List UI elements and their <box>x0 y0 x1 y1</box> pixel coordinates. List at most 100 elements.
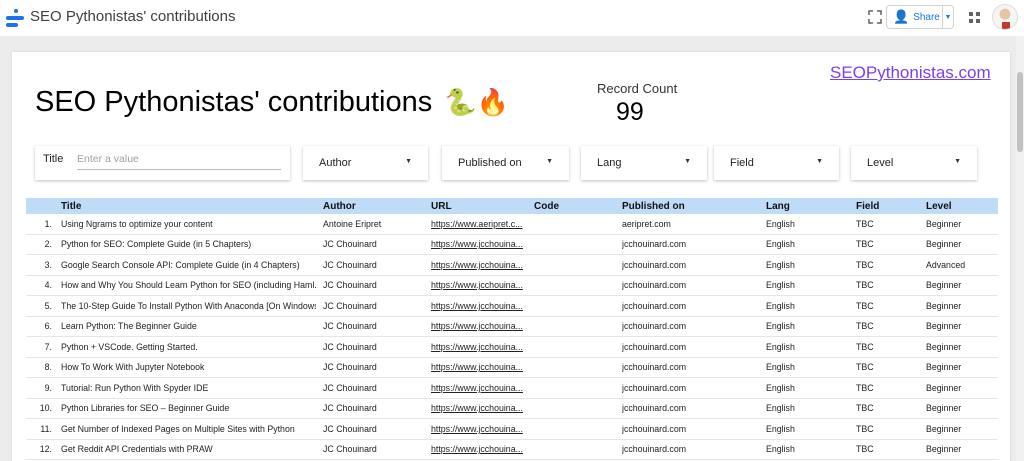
cell-published-on: aeripret.com <box>622 218 671 229</box>
cell-lang: English <box>766 321 795 332</box>
share-button[interactable]: 👤 Share ▼ <box>886 5 954 29</box>
cell-lang: English <box>766 239 795 250</box>
cell-lang: English <box>766 382 795 393</box>
cell-code <box>534 296 614 316</box>
column-header-url[interactable]: URL <box>431 198 525 214</box>
cell-level: Beginner <box>926 300 962 311</box>
title-filter-label: Title <box>43 153 64 165</box>
title-filter-input[interactable]: Enter a value <box>77 151 281 170</box>
cell-url-link[interactable]: https://www.jcchouina... <box>431 358 525 378</box>
lang-filter[interactable]: Lang ▼ <box>581 146 707 180</box>
table-row[interactable]: 1. Using Ngrams to optimize your content A… <box>26 214 998 235</box>
cell-published-on: jcchouinard.com <box>622 280 687 291</box>
table-row[interactable]: 9. Tutorial: Run Python With Spyder IDE JC… <box>26 378 998 399</box>
cell-author: JC Chouinard <box>323 423 377 434</box>
cell-published-on: jcchouinard.com <box>622 239 687 250</box>
contributions-table: Title Author URL Code Published on Lang … <box>26 198 998 460</box>
cell-level: Beginner <box>926 341 962 352</box>
cell-url-link[interactable]: https://www.jcchouina... <box>431 317 525 337</box>
fullscreen-icon[interactable] <box>868 10 882 24</box>
avatar[interactable] <box>992 4 1018 30</box>
table-row[interactable]: 8. How To Work With Jupyter Notebook JC Ch… <box>26 358 998 378</box>
author-filter[interactable]: Author ▼ <box>303 146 428 180</box>
column-header-title[interactable]: Title <box>61 198 316 214</box>
cell-published-on: jcchouinard.com <box>622 321 687 332</box>
table-row[interactable]: 5. The 10-Step Guide To Install Python Wi… <box>26 296 998 317</box>
cell-field: TBC <box>856 362 874 373</box>
dropdown-arrow-icon: ▼ <box>546 158 553 165</box>
row-number: 5. <box>44 300 52 311</box>
column-header-author[interactable]: Author <box>323 198 427 214</box>
cell-url-link[interactable]: https://www.jcchouina... <box>431 276 525 296</box>
cell-author: Antoine Eripret <box>323 218 382 229</box>
cell-author: JC Chouinard <box>323 362 377 373</box>
cell-url-link[interactable]: https://www.jcchouina... <box>431 399 525 419</box>
cell-author: JC Chouinard <box>323 321 377 332</box>
cell-level: Beginner <box>926 218 962 229</box>
table-row[interactable]: 6. Learn Python: The Beginner Guide JC Cho… <box>26 317 998 337</box>
cell-url-link[interactable]: https://www.jcchouina... <box>431 235 525 255</box>
field-filter[interactable]: Field ▼ <box>714 146 839 180</box>
cell-title: Python for SEO: Complete Guide (in 5 Cha… <box>61 239 252 250</box>
cell-code <box>534 276 614 296</box>
table-row[interactable]: 12. Get Reddit API Credentials with PRAW J… <box>26 440 998 460</box>
table-row[interactable]: 10. Python Libraries for SEO – Beginner G… <box>26 399 998 419</box>
cell-lang: English <box>766 444 795 455</box>
report-name[interactable]: SEO Pythonistas' contributions <box>30 8 235 25</box>
row-number: 6. <box>44 321 52 332</box>
cell-url-link[interactable]: https://www.jcchouina... <box>431 296 525 316</box>
column-header-level[interactable]: Level <box>926 198 998 214</box>
cell-field: TBC <box>856 444 874 455</box>
cell-lang: English <box>766 341 795 352</box>
cell-lang: English <box>766 423 795 434</box>
cell-url-link[interactable]: https://www.jcchouina... <box>431 255 525 275</box>
cell-field: TBC <box>856 423 874 434</box>
cell-url-link[interactable]: https://www.jcchouina... <box>431 337 525 357</box>
record-count-value: 99 <box>616 98 644 126</box>
column-header-lang[interactable]: Lang <box>766 198 846 214</box>
table-row[interactable]: 3. Google Search Console API: Complete Gu… <box>26 255 998 276</box>
table-header: Title Author URL Code Published on Lang … <box>26 198 998 214</box>
level-filter-label: Level <box>867 157 894 169</box>
field-filter-label: Field <box>730 157 754 169</box>
site-link[interactable]: SEOPythonistas.com <box>830 63 991 83</box>
cell-level: Beginner <box>926 403 962 414</box>
cell-url-link[interactable]: https://www.jcchouina... <box>431 378 525 398</box>
cell-level: Beginner <box>926 239 962 250</box>
column-header-published-on[interactable]: Published on <box>622 198 758 214</box>
table-body: 1. Using Ngrams to optimize your content A… <box>26 214 998 460</box>
cell-url-link[interactable]: https://www.aeripret.c... <box>431 214 525 234</box>
column-header-code[interactable]: Code <box>534 198 614 214</box>
cell-code <box>534 358 614 378</box>
row-number: 7. <box>44 341 52 352</box>
cell-lang: English <box>766 300 795 311</box>
apps-grid-icon[interactable] <box>969 12 980 23</box>
cell-published-on: jcchouinard.com <box>622 444 687 455</box>
cell-lang: English <box>766 280 795 291</box>
cell-lang: English <box>766 403 795 414</box>
cell-url-link[interactable]: https://www.jcchouina... <box>431 440 525 460</box>
cell-url-link[interactable]: https://www.jcchouina... <box>431 419 525 439</box>
table-row[interactable]: 4. How and Why You Should Learn Python fo… <box>26 276 998 296</box>
row-number: 4. <box>44 280 52 291</box>
cell-code <box>534 399 614 419</box>
cell-code <box>534 419 614 439</box>
published-on-filter[interactable]: Published on ▼ <box>442 146 569 180</box>
looker-studio-logo[interactable] <box>6 9 24 27</box>
column-header-field[interactable]: Field <box>856 198 916 214</box>
cell-author: JC Chouinard <box>323 259 377 270</box>
cell-field: TBC <box>856 280 874 291</box>
snake-fire-emoji: 🐍🔥 <box>444 87 509 117</box>
cell-published-on: jcchouinard.com <box>622 259 687 270</box>
cell-lang: English <box>766 259 795 270</box>
table-row[interactable]: 2. Python for SEO: Complete Guide (in 5 C… <box>26 235 998 255</box>
chevron-down-icon[interactable]: ▼ <box>942 6 953 28</box>
page-scrollbar[interactable] <box>1016 36 1024 461</box>
scrollbar-thumb[interactable] <box>1017 72 1023 152</box>
row-number: 10. <box>39 403 52 414</box>
share-icon: 👤 <box>893 9 910 24</box>
level-filter[interactable]: Level ▼ <box>851 146 977 180</box>
table-row[interactable]: 11. Get Number of Indexed Pages on Multip… <box>26 419 998 440</box>
table-row[interactable]: 7. Python + VSCode. Getting Started. JC Ch… <box>26 337 998 358</box>
row-number: 2. <box>44 239 52 250</box>
